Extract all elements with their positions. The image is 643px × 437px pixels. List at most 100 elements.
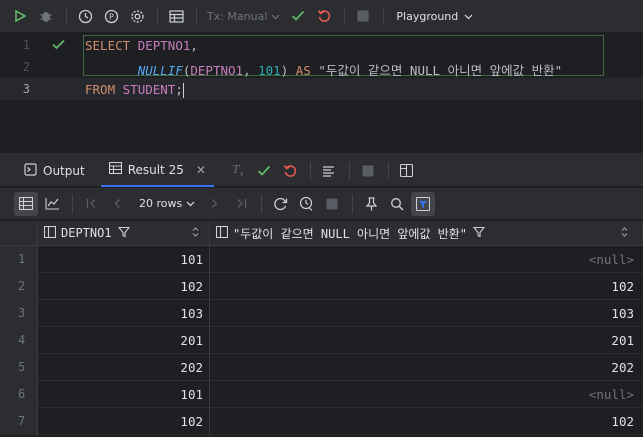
- row-number-header: [0, 221, 38, 246]
- search-icon[interactable]: [385, 192, 409, 216]
- svg-text:P: P: [109, 12, 114, 21]
- cell-deptno1[interactable]: 201: [38, 327, 210, 354]
- cell-alias[interactable]: <null>: [210, 246, 643, 273]
- chevron-down-icon: [464, 10, 473, 23]
- layout-split-icon[interactable]: [395, 159, 419, 183]
- result-toolbar: 20 rows: [0, 188, 643, 220]
- sql-editor[interactable]: 1 2 3 SELECT DEPTNO1, NULLIF(DEPTNO1, 10…: [0, 33, 643, 153]
- cell-deptno1[interactable]: 101: [38, 381, 210, 408]
- filter-icon[interactable]: [117, 226, 130, 241]
- last-page-icon[interactable]: [229, 192, 253, 216]
- chart-view-icon[interactable]: [40, 192, 64, 216]
- sort-icon[interactable]: [621, 226, 628, 241]
- transaction-mode-icon[interactable]: Tx: [226, 159, 250, 183]
- table-row[interactable]: 6 101 <null>: [0, 381, 643, 408]
- table-row[interactable]: 7 102 102: [0, 408, 643, 435]
- cell-alias[interactable]: 201: [210, 327, 643, 354]
- cell-deptno1[interactable]: 102: [38, 273, 210, 300]
- line-number: 1: [22, 38, 30, 52]
- text-caret: [182, 83, 184, 98]
- cell-deptno1[interactable]: 202: [38, 354, 210, 381]
- transaction-mode-label: Tx: Manual: [207, 9, 268, 23]
- rollback-icon[interactable]: [312, 4, 336, 28]
- statement-executed-check-icon: [52, 39, 65, 53]
- history-icon[interactable]: [73, 4, 97, 28]
- stop-icon[interactable]: [356, 159, 380, 183]
- keyword-from: FROM: [85, 82, 116, 97]
- table-student: STUDENT: [122, 82, 176, 97]
- code-line-1: SELECT DEPTNO1,: [85, 38, 198, 53]
- table-row[interactable]: 5 202 202: [0, 354, 643, 381]
- comma: ,: [190, 38, 198, 53]
- first-page-icon[interactable]: [79, 192, 103, 216]
- line-number: 2: [22, 60, 30, 74]
- code-line-2: NULLIF(DEPTNO1, 101) AS "두값이 같으면 NULL 아니…: [85, 60, 562, 79]
- cell-alias[interactable]: 103: [210, 300, 643, 327]
- transaction-mode-dropdown[interactable]: Tx: Manual: [207, 10, 280, 23]
- settings-icon[interactable]: [125, 4, 149, 28]
- cell-alias[interactable]: <null>: [210, 381, 643, 408]
- schema-label: Playground: [396, 9, 459, 23]
- close-icon[interactable]: ✕: [196, 163, 206, 177]
- sort-icon[interactable]: [192, 226, 199, 241]
- grid-view-icon[interactable]: [14, 191, 38, 216]
- run-icon[interactable]: [8, 4, 32, 28]
- table-row[interactable]: 3 103 103: [0, 300, 643, 327]
- chevron-down-icon: [186, 197, 195, 210]
- filter-icon[interactable]: [472, 226, 486, 241]
- align-text-icon[interactable]: [317, 159, 341, 183]
- cell-alias[interactable]: 202: [210, 354, 643, 381]
- keyword-select: SELECT: [85, 38, 131, 53]
- toolbar-divider: [66, 7, 67, 25]
- stop-icon[interactable]: [320, 192, 344, 216]
- auto-refresh-icon[interactable]: [294, 192, 318, 216]
- column-alias: "두값이 같으면 NULL 아니면 앞에값 반환": [318, 63, 563, 78]
- cell-deptno1[interactable]: 103: [38, 300, 210, 327]
- column-header-label: "두값이 같으면 NULL 아니면 앞에값 반환": [233, 226, 468, 241]
- row-number: 7: [0, 408, 38, 435]
- table-view-icon[interactable]: [164, 4, 188, 28]
- cell-deptno1[interactable]: 101: [38, 246, 210, 273]
- row-number: 6: [0, 381, 38, 408]
- line-number: 3: [22, 82, 30, 96]
- stop-icon[interactable]: [351, 4, 375, 28]
- code-line-3: FROM STUDENT;: [85, 82, 184, 98]
- schema-selector[interactable]: Playground: [396, 10, 473, 23]
- rollback-icon[interactable]: [278, 159, 302, 183]
- tab-output-label: Output: [43, 163, 85, 178]
- function-nullif: NULLIF: [137, 63, 183, 78]
- output-icon: [24, 162, 37, 179]
- previous-page-icon[interactable]: [105, 192, 129, 216]
- explain-plan-icon[interactable]: P: [99, 4, 123, 28]
- table-row[interactable]: 4 201 201: [0, 327, 643, 354]
- page-size-dropdown[interactable]: 20 rows: [139, 197, 195, 210]
- commit-icon[interactable]: [286, 4, 310, 28]
- row-number: 2: [0, 273, 38, 300]
- column-header-alias[interactable]: "두값이 같으면 NULL 아니면 앞에값 반환": [210, 221, 643, 246]
- semicolon: ;: [175, 82, 183, 97]
- result-grid[interactable]: DEPTNO1 "두값이 같으면 NULL 아니면 앞에값 반환" 1 101 <n…: [0, 221, 643, 437]
- keyword-as: AS: [295, 63, 311, 78]
- column-header-deptno1[interactable]: DEPTNO1: [38, 221, 210, 246]
- row-number: 5: [0, 354, 38, 381]
- debug-icon[interactable]: [34, 4, 58, 28]
- tab-output[interactable]: Output: [16, 155, 93, 187]
- results-tab-bar: Output Result 25 ✕ Tx: [0, 155, 643, 187]
- toolbar-divider: [261, 194, 263, 213]
- cell-alias[interactable]: 102: [210, 273, 643, 300]
- table-icon: [108, 161, 122, 177]
- toolbar-divider: [309, 161, 311, 180]
- chevron-down-icon: [271, 10, 280, 23]
- pin-icon[interactable]: [359, 192, 383, 216]
- next-page-icon[interactable]: [203, 192, 227, 216]
- table-row[interactable]: 2 102 102: [0, 273, 643, 300]
- toolbar-divider: [157, 7, 158, 25]
- tab-result[interactable]: Result 25 ✕: [100, 155, 214, 187]
- cell-alias[interactable]: 102: [210, 408, 643, 435]
- filter-panel-icon[interactable]: [411, 191, 436, 216]
- table-row[interactable]: 1 101 <null>: [0, 246, 643, 273]
- cell-deptno1[interactable]: 102: [38, 408, 210, 435]
- refresh-icon[interactable]: [268, 192, 292, 216]
- commit-icon[interactable]: [252, 159, 276, 183]
- toolbar-divider: [352, 194, 354, 213]
